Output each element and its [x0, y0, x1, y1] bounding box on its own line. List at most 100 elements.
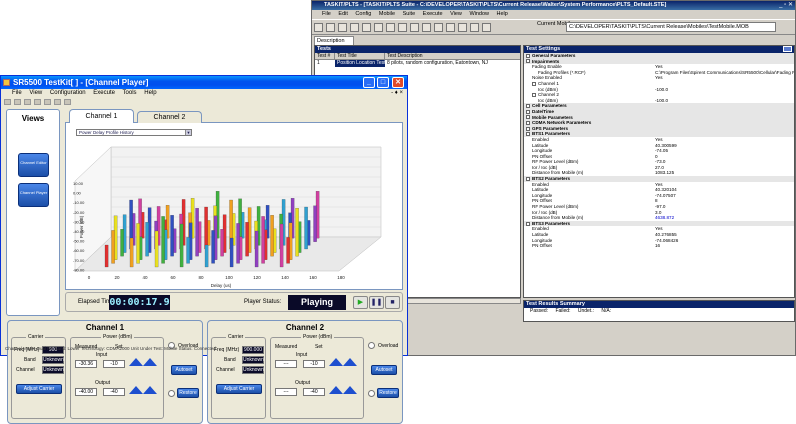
expand-icon[interactable]: [526, 176, 530, 181]
paste-icon[interactable]: [374, 23, 383, 32]
delete-icon[interactable]: [386, 23, 395, 32]
settings-key-text: Noise Enabled: [532, 75, 562, 81]
save-icon[interactable]: [24, 99, 31, 105]
autoset-button[interactable]: Autoset: [371, 365, 397, 375]
menu-view[interactable]: View: [29, 90, 42, 96]
stop-icon[interactable]: [446, 23, 455, 32]
expand-icon[interactable]: [532, 81, 536, 86]
expand-icon[interactable]: [526, 53, 530, 58]
menu-mobile[interactable]: Mobile: [379, 11, 395, 17]
chevron-down-icon[interactable]: ▼: [185, 130, 191, 135]
table-row[interactable]: 1 Position Location Test8 pilots, random …: [315, 60, 520, 67]
menu-help[interactable]: Help: [497, 11, 508, 17]
print-icon[interactable]: [54, 99, 61, 105]
taskit-window-controls[interactable]: _ ▫ ✕: [779, 2, 793, 9]
settings-list: General Parameters Impairments Fading Enab…: [524, 53, 794, 249]
power-label: Power (dBm): [301, 334, 335, 340]
menu-window[interactable]: Window: [469, 11, 489, 17]
menu-execute[interactable]: Execute: [93, 90, 115, 96]
arrow-up-icon[interactable]: [329, 358, 343, 366]
output-set-field[interactable]: -40: [303, 388, 325, 396]
restore-button[interactable]: Restore: [377, 388, 399, 398]
open-icon[interactable]: [326, 23, 335, 32]
check-icon[interactable]: [398, 23, 407, 32]
expand-icon[interactable]: [526, 115, 530, 120]
menu-suite[interactable]: Suite: [403, 11, 416, 17]
tab-channel-2[interactable]: Channel 2: [137, 111, 202, 123]
x-tick-label: 120: [253, 275, 261, 280]
grid-icon[interactable]: [458, 23, 467, 32]
arrow-up-icon[interactable]: [129, 358, 143, 366]
stop-button[interactable]: ■: [385, 296, 400, 309]
input-set-field[interactable]: -10: [303, 360, 325, 368]
help-icon[interactable]: [64, 99, 71, 105]
settings-key-text: Ioc (dBm): [538, 97, 558, 103]
mdi-controls[interactable]: - ♦ ×: [391, 89, 403, 98]
expand-icon[interactable]: [532, 92, 536, 97]
x-tick-label: 180: [337, 275, 345, 280]
menu-file[interactable]: File: [12, 90, 22, 96]
cut-icon[interactable]: [350, 23, 359, 32]
col-test-num[interactable]: Test #: [315, 53, 335, 60]
run-icon[interactable]: [422, 23, 431, 32]
restore-button[interactable]: Restore: [177, 388, 199, 398]
menu-config[interactable]: Config: [355, 11, 371, 17]
report-icon[interactable]: [470, 23, 479, 32]
current-mobile-path-field[interactable]: C:\DEVELOPER\TASKIT\PLTS\Current Release…: [566, 22, 776, 32]
arrow-up-icon[interactable]: [343, 358, 357, 366]
y-tick-label: -50.00: [73, 239, 85, 244]
play-button[interactable]: ▶: [353, 296, 368, 309]
pause-button[interactable]: ❚❚: [369, 296, 384, 309]
settings-row[interactable]: PN Offset 16: [524, 243, 794, 249]
channel-editor-button[interactable]: Channel Editor: [18, 153, 49, 177]
expand-icon[interactable]: [526, 126, 530, 131]
expand-icon[interactable]: [526, 104, 530, 109]
graph-type-dropdown[interactable]: Power Delay Profile History ▼: [76, 129, 192, 136]
menu-execute[interactable]: Execute: [423, 11, 443, 17]
menu-configuration[interactable]: Configuration: [50, 90, 86, 96]
connect-icon[interactable]: [34, 99, 41, 105]
disconnect-icon[interactable]: [44, 99, 51, 105]
channel-label: Channel: [16, 367, 35, 373]
arrow-up-icon[interactable]: [329, 386, 343, 394]
adjust-carrier-button[interactable]: Adjust Carrier: [216, 384, 262, 394]
arrow-up-icon[interactable]: [143, 386, 157, 394]
menu-help[interactable]: Help: [144, 90, 156, 96]
arrow-up-icon[interactable]: [343, 386, 357, 394]
new-icon[interactable]: [4, 99, 11, 105]
menu-tools[interactable]: Tools: [123, 90, 137, 96]
maximize-button[interactable]: □: [377, 77, 389, 88]
col-test-description[interactable]: Test Description: [385, 53, 520, 60]
menu-view[interactable]: View: [450, 11, 462, 17]
expand-icon[interactable]: [526, 221, 530, 226]
channel-player-button[interactable]: Channel Player: [18, 183, 49, 207]
col-test-title[interactable]: Test Title: [335, 53, 385, 60]
arrow-up-icon[interactable]: [143, 358, 157, 366]
expand-icon[interactable]: [526, 59, 530, 64]
close-button[interactable]: ✕: [392, 77, 404, 88]
collapse-icon[interactable]: [783, 46, 792, 52]
help-icon[interactable]: [482, 23, 491, 32]
new-icon[interactable]: [314, 23, 323, 32]
arrow-up-icon[interactable]: [129, 386, 143, 394]
input-set-field[interactable]: -10: [103, 360, 125, 368]
tab-channel-1[interactable]: Channel 1: [69, 109, 134, 123]
output-label: Output: [295, 380, 311, 386]
test-settings-header: Test Settings: [524, 46, 794, 53]
expand-icon[interactable]: [526, 109, 530, 114]
adjust-carrier-button[interactable]: Adjust Carrier: [16, 384, 62, 394]
open-icon[interactable]: [14, 99, 21, 105]
minimize-button[interactable]: _: [363, 77, 375, 88]
expand-icon[interactable]: [526, 132, 530, 137]
save-icon[interactable]: [338, 23, 347, 32]
settings-icon[interactable]: [410, 23, 419, 32]
pause-icon[interactable]: [434, 23, 443, 32]
menu-file[interactable]: File: [322, 11, 331, 17]
y-axis-label: Power (dB): [79, 215, 84, 238]
autoset-button[interactable]: Autoset: [171, 365, 197, 375]
tab-description[interactable]: Description: [314, 36, 354, 45]
copy-icon[interactable]: [362, 23, 371, 32]
output-set-field[interactable]: -40: [103, 388, 125, 396]
expand-icon[interactable]: [526, 120, 530, 125]
menu-edit[interactable]: Edit: [338, 11, 347, 17]
